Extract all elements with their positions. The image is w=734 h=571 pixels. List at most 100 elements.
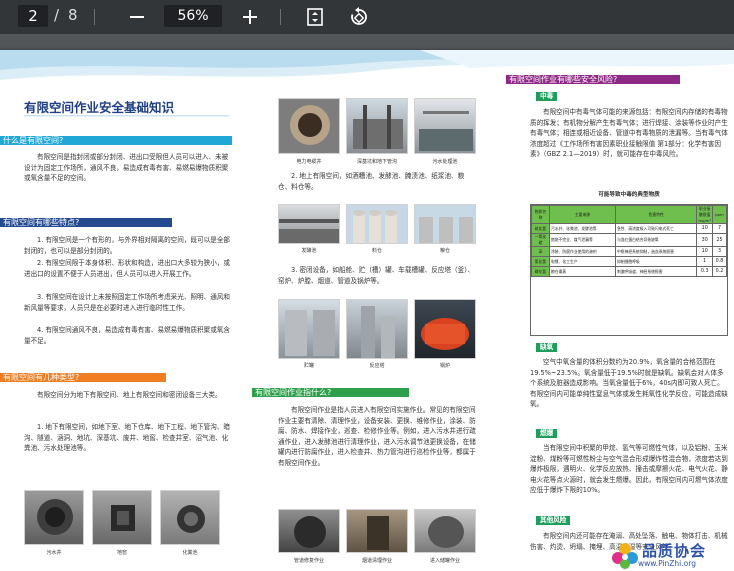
paragraph-types-intro: 有限空间分为地下有限空间、地上有限空间和密闭设备三大类。 bbox=[37, 391, 222, 399]
wave-decoration bbox=[0, 50, 734, 80]
table-cell: 抑制细胞呼吸 bbox=[614, 256, 698, 267]
table-title: 可能导致中毒的典型物质 bbox=[598, 192, 660, 198]
document-viewer[interactable]: 有限空间作业安全基础知识 什么是有限空间? 有限空间是指封闭或部分封闭、进出口受… bbox=[0, 34, 734, 571]
table-cell: 30 bbox=[696, 233, 713, 247]
caption-fermentation-tank: 发酵池 bbox=[301, 248, 317, 254]
table-cell: 氰化氢 bbox=[531, 256, 550, 267]
watermark-url: www.PinZhi.org bbox=[638, 559, 696, 568]
section-heading-features: 有限空间有哪些特点? bbox=[0, 218, 172, 227]
photo-cable-well bbox=[278, 98, 340, 154]
table-cell: 10 bbox=[696, 246, 713, 257]
zoom-level-input[interactable]: 56% bbox=[164, 5, 222, 27]
table-cell: 中枢神经系统抑制，造血系统损害 bbox=[614, 246, 698, 257]
caption-cable-well: 电力电缆井 bbox=[296, 159, 322, 165]
photo-septic-tank bbox=[160, 490, 220, 545]
caption-sewer-well: 污水井 bbox=[46, 550, 62, 556]
photo-tank-entry bbox=[414, 509, 476, 553]
fit-page-icon bbox=[307, 8, 323, 26]
table-header: 主要来源 bbox=[549, 205, 616, 224]
caption-flue-cleaning: 烟道清理作业 bbox=[361, 558, 392, 564]
zoom-out-button[interactable] bbox=[124, 4, 150, 30]
zoom-in-button[interactable] bbox=[237, 4, 263, 30]
title-decor-line bbox=[24, 115, 229, 117]
paragraph-feature-4: 4. 有限空间通风不良，易造成有毒有害、易燃易爆物质积聚或氧含量不足。 bbox=[24, 326, 231, 345]
paragraph-sealed-equipment: 3. 密闭设备，如船舱、贮（槽）罐、车载槽罐、反应塔（釜）、窑炉、炉膛、烟道、管… bbox=[278, 266, 475, 285]
table-cell: 刺激呼吸道、神经系统损害 bbox=[614, 266, 698, 277]
table-header: 职业接触限值 mg/m³ bbox=[696, 205, 713, 224]
watermark-logo: 品质协会 www.PinZhi.org bbox=[604, 540, 734, 571]
plus-icon bbox=[243, 10, 257, 24]
caption-tank-entry: 进入储罐作业 bbox=[429, 558, 460, 564]
pdf-page: 有限空间作业安全基础知识 什么是有限空间? 有限空间是指封闭或部分封闭、进出口受… bbox=[0, 50, 734, 571]
paragraph-aboveground: 2. 地上有限空间，如酒糟池、发酵池、腌渍池、纸浆池、粮仓、料仓等。 bbox=[278, 172, 465, 191]
table-cell: 1 bbox=[696, 256, 713, 267]
page-number-input[interactable]: 2 bbox=[18, 5, 48, 27]
photo-flue-cleaning bbox=[346, 509, 408, 553]
table-cell: 7 bbox=[712, 223, 727, 234]
table-header: 物质名称 bbox=[531, 205, 550, 224]
risk-tag-explosion: 燃爆 bbox=[536, 429, 558, 438]
table-cell: 燃烧不完全、煤气泄漏等 bbox=[549, 233, 616, 247]
toolbar-divider bbox=[280, 9, 281, 25]
table-cell: 涂装、防腐作业使用的溶剂 bbox=[549, 246, 616, 257]
toolbar-divider bbox=[94, 9, 95, 25]
rotate-icon bbox=[351, 7, 367, 25]
photo-pipe-repair bbox=[278, 509, 340, 553]
table-cell: 硫化氢 bbox=[531, 223, 550, 234]
caption-cellar: 地窖 bbox=[116, 550, 127, 556]
photo-sewer-well bbox=[24, 490, 84, 545]
caption-storage-tank: 贮罐 bbox=[303, 363, 314, 369]
table-row: 氰化氢 电镀、化工生产 抑制细胞呼吸 1 0.8 bbox=[531, 256, 727, 267]
caption-pipe-repair: 管道修复作业 bbox=[293, 558, 324, 564]
caption-septic-tank: 化粪池 bbox=[182, 550, 198, 556]
rotate-button[interactable] bbox=[346, 4, 372, 30]
table-cell: 电镀、化工生产 bbox=[549, 256, 616, 267]
table-cell: 磷化氢 bbox=[531, 266, 550, 277]
section-heading-operations: 有限空间作业指什么? bbox=[252, 388, 409, 397]
paragraph-definition: 有限空间是指封闭或部分封闭、进出口受限但人员可以进入、未被设计为固定工作场所，通… bbox=[24, 153, 229, 183]
photo-fermentation-tank bbox=[278, 204, 340, 244]
paragraph-hypoxia: 空气中氧含量的体积分数约为20.9%，氧含量的合格范围在19.5%~23.5%。… bbox=[530, 358, 728, 409]
photo-storage-tank bbox=[278, 299, 340, 359]
photo-silo bbox=[346, 204, 408, 244]
table-cell: 粮仓熏蒸 bbox=[549, 266, 616, 277]
table-cell: 一氧化碳 bbox=[531, 233, 550, 247]
paragraph-feature-3: 3. 有限空间在设计上未按照固定工作场所考虑采光、照明、通风和新风量等要求，人员… bbox=[24, 293, 231, 312]
table-cell: 10 bbox=[696, 223, 713, 234]
photo-deep-pit bbox=[346, 98, 408, 154]
caption-boiler: 锅炉 bbox=[439, 363, 450, 369]
table-cell: 0.2 bbox=[712, 266, 727, 277]
paragraph-poisoning: 有限空间中有毒气体可能的来源包括：有限空间内存储的有毒物质的挥发；有机物分解产生… bbox=[530, 108, 728, 159]
photo-sewage-pool bbox=[414, 98, 476, 154]
table-header: 危害特性 bbox=[614, 205, 698, 224]
table-cell: 0.8 bbox=[712, 256, 727, 267]
paragraph-explosion: 当有限空间中积聚的甲烷、氢气等可燃性气体，以及铝粉、玉米淀粉、煤粉等可燃性粉尘与… bbox=[530, 444, 728, 495]
section-heading-what: 什么是有限空间? bbox=[0, 136, 232, 145]
page-separator: / bbox=[54, 6, 60, 24]
table-row: 硫化氢 污水井、化粪池、发酵池等 急性、高浓度吸入可致闪电式死亡 10 7 bbox=[531, 223, 727, 234]
fit-page-button[interactable] bbox=[302, 4, 328, 30]
table-cell: 3 bbox=[712, 246, 727, 257]
table-cell: 0.3 bbox=[696, 266, 713, 277]
table-row: 一氧化碳 燃烧不完全、煤气泄漏等 与血红蛋白结合导致缺氧 30 25 bbox=[531, 233, 727, 247]
paragraph-operations: 有限空间作业是指人员进入有限空间实施作业。常见的有限空间作业主要有清除、清理作业… bbox=[278, 406, 476, 467]
caption-reactor-tower: 反应塔 bbox=[369, 363, 385, 369]
table-cell: 急性、高浓度吸入可致闪电式死亡 bbox=[614, 223, 698, 234]
table-row: 苯涂装、防腐作业使用的溶剂 中枢神经系统抑制，造血系统损害 10 3 bbox=[531, 246, 727, 257]
caption-deep-pit: 深基坑和地下管沟 bbox=[356, 159, 397, 165]
photo-boiler bbox=[414, 299, 476, 359]
paragraph-feature-2: 2. 有限空间限于本身体积、形状和构造，进出口大多较为狭小，或进出口的设置不便于… bbox=[24, 259, 231, 278]
caption-sewage-pool: 污水处理池 bbox=[432, 159, 458, 165]
photo-cellar bbox=[92, 490, 152, 545]
pdf-toolbar: 2 / 8 56% bbox=[0, 0, 734, 34]
paragraph-underground: 1. 地下有限空间，如地下室、地下仓库、地下工程、地下管沟、暗沟、隧道、涵洞、地… bbox=[24, 423, 231, 453]
table-cell: 污水井、化粪池、发酵池等 bbox=[549, 223, 616, 234]
photo-reactor-tower bbox=[346, 299, 408, 359]
toxic-table-grid: 物质名称 主要来源 危害特性 职业接触限值 mg/m³ ppm 硫化氢 污水井、化… bbox=[531, 205, 727, 277]
caption-granary: 粮仓 bbox=[439, 248, 450, 254]
watermark-name: 品质协会 bbox=[642, 542, 707, 560]
flower-logo-icon bbox=[612, 543, 638, 569]
table-header-row: 物质名称 主要来源 危害特性 职业接触限值 mg/m³ ppm bbox=[531, 205, 727, 224]
photo-granary bbox=[414, 204, 476, 244]
total-pages: 8 bbox=[68, 6, 78, 24]
